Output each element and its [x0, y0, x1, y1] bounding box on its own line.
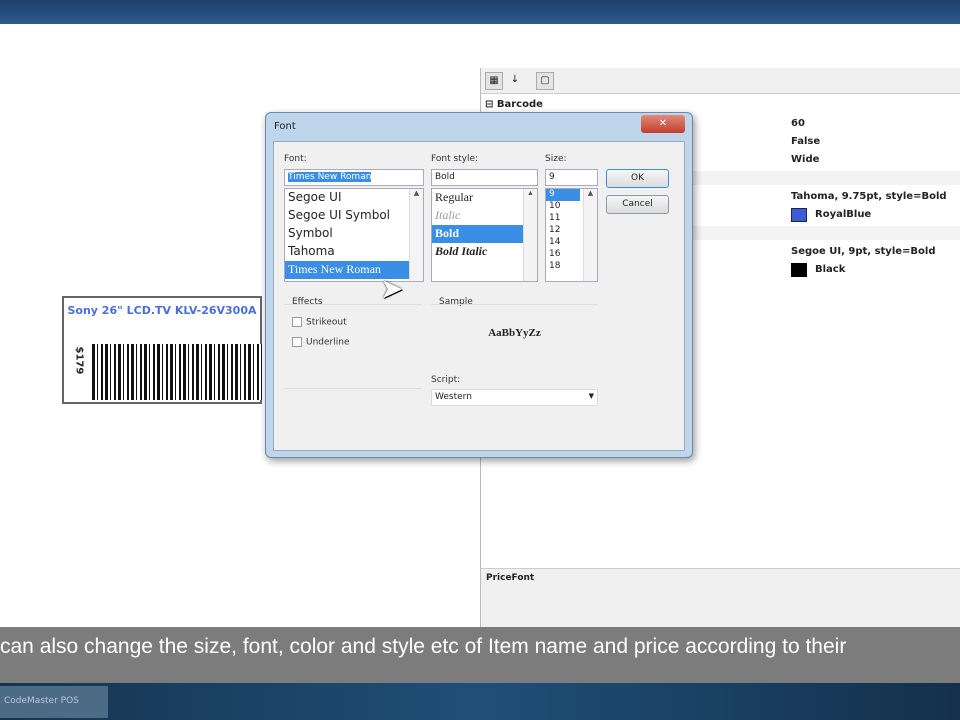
style-list[interactable]: Regular Italic Bold Bold Italic ▲ — [431, 188, 538, 282]
scrollbar[interactable]: ▲ — [583, 189, 597, 281]
sample-preview: AaBbYyZz — [431, 304, 598, 366]
underline-checkbox[interactable]: Underline — [292, 337, 349, 348]
size-input[interactable]: 9 — [545, 169, 598, 186]
size-list[interactable]: 9 10 11 12 14 16 18 ▲ — [545, 188, 598, 282]
strikeout-checkbox[interactable]: Strikeout — [292, 317, 347, 328]
font-list[interactable]: Segoe UI Segoe UI Symbol Symbol Tahoma T… — [284, 188, 424, 282]
property-value[interactable]: False — [791, 136, 820, 147]
list-item[interactable]: Tahoma — [285, 243, 423, 261]
property-value[interactable]: Wide — [791, 154, 819, 165]
sort-alpha-icon[interactable]: ↓ — [506, 72, 524, 90]
list-item[interactable]: Segoe UI Symbol — [285, 207, 423, 225]
underline-label: Underline — [306, 337, 350, 348]
font-input-value: Times New Roman — [288, 172, 372, 182]
script-value: Western — [435, 392, 472, 402]
barcode-label-preview: Sony 26" LCD.TV KLV-26V300A $179 — [62, 296, 262, 404]
mouse-cursor-icon: ➤ — [380, 272, 404, 305]
dialog-title: Font — [274, 121, 296, 132]
taskbar: CodeMaster POS — [0, 683, 960, 720]
property-value[interactable]: 60 — [791, 118, 805, 129]
script-select[interactable]: Western ▼ — [431, 389, 598, 406]
scrollbar[interactable]: ▲ — [523, 189, 537, 281]
list-item[interactable]: Symbol — [285, 225, 423, 243]
ok-button[interactable]: OK — [606, 169, 669, 188]
size-label: Size: — [545, 154, 567, 164]
color-swatch — [791, 263, 807, 277]
video-subtitle: can also change the size, font, color an… — [0, 627, 960, 683]
font-input[interactable]: Times New Roman — [284, 169, 424, 186]
strikeout-label: Strikeout — [306, 317, 347, 328]
list-item[interactable]: Bold Italic — [432, 243, 537, 261]
window-titlebar — [0, 0, 960, 24]
property-pages-icon[interactable]: ▢ — [536, 72, 554, 90]
cancel-button[interactable]: Cancel — [606, 195, 669, 214]
font-dialog: Font ✕ Font: Times New Roman Segoe UI Se… — [265, 112, 693, 458]
property-toolbar: ▦ ↓ ▢ — [481, 68, 960, 94]
list-item[interactable]: 9 — [546, 189, 580, 201]
price-font-value[interactable]: Segoe UI, 9pt, style=Bold — [791, 246, 936, 257]
item-name: Sony 26" LCD.TV KLV-26V300A — [67, 304, 257, 317]
font-label: Font: — [284, 154, 307, 164]
categorized-icon[interactable]: ▦ — [485, 72, 503, 90]
description-title: PriceFont — [486, 573, 535, 583]
scrollbar[interactable]: ▲ — [409, 189, 423, 281]
style-label: Font style: — [431, 154, 479, 164]
name-color-value[interactable]: RoyalBlue — [815, 209, 871, 220]
category-barcode[interactable]: ⊟ Barcode — [485, 99, 543, 110]
color-swatch — [791, 208, 807, 222]
item-price: $179 — [73, 346, 85, 375]
name-font-value[interactable]: Tahoma, 9.75pt, style=Bold — [791, 191, 947, 202]
price-color-value[interactable]: Black — [815, 264, 845, 275]
category-label: Barcode — [496, 99, 543, 110]
style-input[interactable]: Bold — [431, 169, 538, 186]
close-button[interactable]: ✕ — [641, 115, 685, 133]
list-item[interactable]: Segoe UI — [285, 189, 423, 207]
list-item[interactable]: Regular — [432, 189, 537, 207]
barcode — [92, 344, 262, 400]
taskbar-app-button[interactable]: CodeMaster POS — [0, 686, 108, 718]
description-pane: PriceFont — [481, 568, 960, 628]
list-item[interactable]: Bold — [432, 225, 537, 243]
list-item[interactable]: Italic — [432, 207, 537, 225]
subtitle-text: can also change the size, font, color an… — [0, 635, 847, 658]
script-label: Script: — [431, 375, 461, 385]
